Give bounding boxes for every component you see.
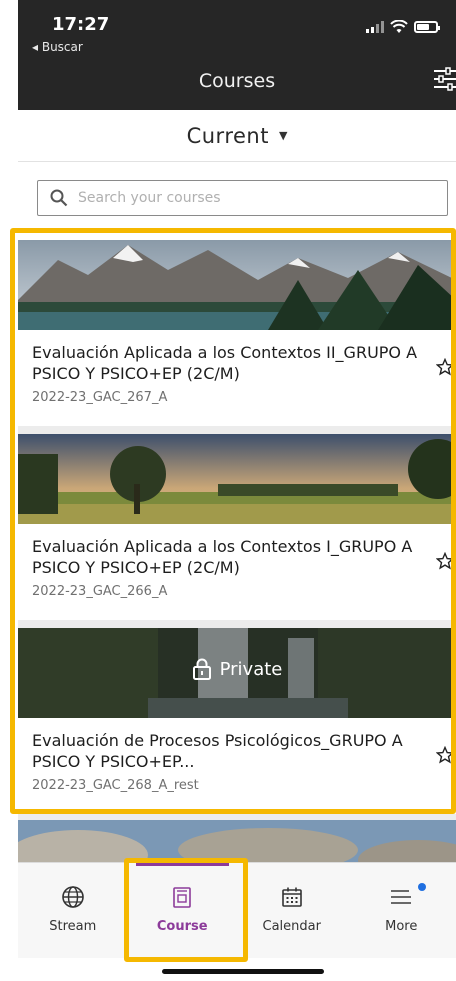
course-code: 2022-23_GAC_268_A_rest <box>32 778 199 793</box>
star-icon[interactable] <box>436 358 454 376</box>
search-box[interactable] <box>37 180 448 216</box>
signal-icon <box>366 21 384 33</box>
nav-course-label: Course <box>156 919 208 934</box>
nav-course[interactable]: Course <box>128 863 238 958</box>
nav-more-label: More <box>385 919 418 934</box>
course-banner-sunset-field <box>18 434 456 524</box>
course-card[interactable]: Private Evaluación de Procesos Psicológi… <box>18 628 456 814</box>
star-icon[interactable] <box>436 552 454 570</box>
bottom-nav: Stream Course Calendar More <box>18 862 456 958</box>
course-card-body: Evaluación Aplicada a los Contextos I_GR… <box>18 524 456 620</box>
status-icons <box>366 20 440 34</box>
private-label: Private <box>219 658 283 680</box>
search-icon <box>50 189 68 207</box>
nav-more[interactable]: More <box>347 863 456 958</box>
star-icon[interactable] <box>436 746 454 764</box>
course-code: 2022-23_GAC_266_A <box>32 584 168 599</box>
nav-calendar[interactable]: Calendar <box>237 863 347 958</box>
page-title: Courses <box>198 70 276 92</box>
search-input[interactable] <box>78 190 418 206</box>
app-header: 17:27 ◂ Buscar Courses <box>18 0 456 110</box>
calendar-icon <box>281 887 302 907</box>
back-to-app-link[interactable]: ◂ Buscar <box>32 40 83 54</box>
course-banner-rocks <box>18 820 456 862</box>
caret-down-icon: ▼ <box>278 129 288 142</box>
course-title: Evaluación Aplicada a los Contextos I_GR… <box>32 537 413 577</box>
lock-icon <box>192 658 211 680</box>
frame-edge <box>0 0 18 981</box>
wifi-icon <box>390 20 408 33</box>
battery-icon <box>414 21 440 33</box>
term-selector-label: Current <box>186 123 269 148</box>
nav-calendar-label: Calendar <box>262 919 321 934</box>
course-banner-mountain-lake <box>18 240 456 330</box>
course-code: 2022-23_GAC_267_A <box>32 390 168 405</box>
home-indicator <box>162 969 324 974</box>
course-card[interactable]: Evaluación Aplicada a los Contextos I_GR… <box>18 434 456 620</box>
course-list[interactable]: Evaluación Aplicada a los Contextos II_G… <box>18 240 456 862</box>
course-card-body: Evaluación de Procesos Psicológicos_GRUP… <box>18 718 456 814</box>
course-title: Evaluación Aplicada a los Contextos II_G… <box>32 343 418 383</box>
course-title: Evaluación de Procesos Psicológicos_GRUP… <box>32 731 403 771</box>
private-badge: Private <box>18 658 456 680</box>
status-time: 17:27 <box>52 14 110 35</box>
notification-dot <box>418 883 426 891</box>
course-card-body: Evaluación Aplicada a los Contextos II_G… <box>18 330 456 426</box>
globe-icon <box>61 886 84 908</box>
app-frame: 17:27 ◂ Buscar Courses Current ▼ Search … <box>0 0 456 981</box>
menu-icon <box>391 890 412 904</box>
term-selector[interactable]: Current ▼ <box>18 110 456 162</box>
filter-icon[interactable] <box>434 66 456 92</box>
nav-stream-label: Stream <box>49 919 97 934</box>
course-card[interactable]: Evaluación Aplicada a los Contextos II_G… <box>18 240 456 426</box>
nav-stream[interactable]: Stream <box>18 863 128 958</box>
course-icon <box>173 887 192 908</box>
course-banner-waterfall: Private <box>18 628 456 718</box>
course-card[interactable] <box>18 820 456 862</box>
